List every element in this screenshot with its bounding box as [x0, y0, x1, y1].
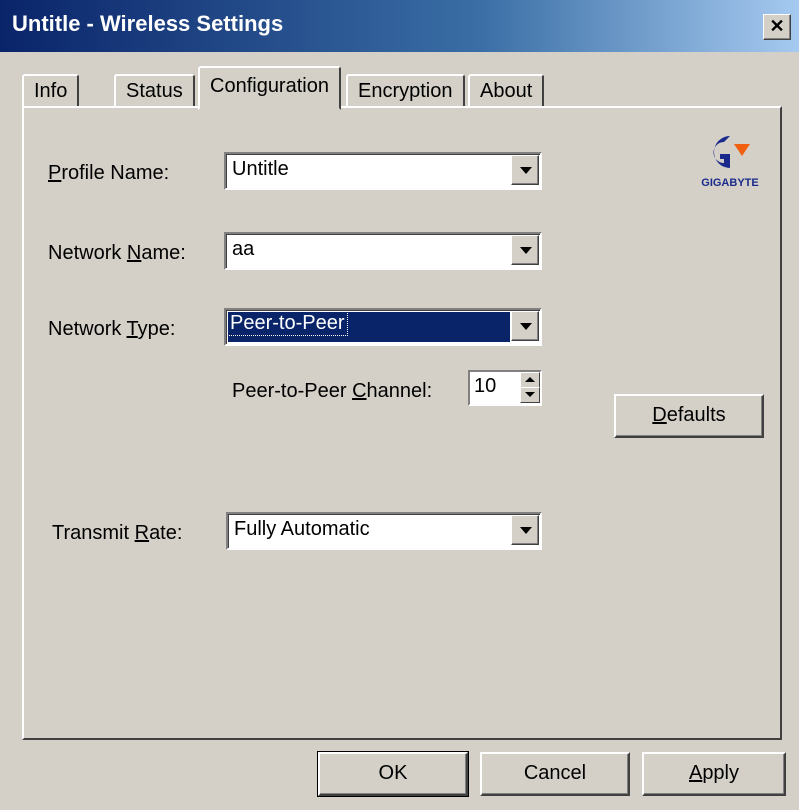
apply-button[interactable]: Apply	[642, 752, 786, 796]
spin-down-icon[interactable]	[520, 387, 540, 403]
channel-spinner[interactable]: 10	[468, 370, 542, 406]
title-bar[interactable]: Untitle - Wireless Settings ✕	[0, 0, 799, 52]
tab-encryption[interactable]: Encryption	[346, 74, 465, 106]
transmit-rate-combo[interactable]: Fully Automatic	[226, 512, 542, 550]
network-type-label: Network Type:	[48, 318, 176, 340]
profile-name-value: Untitle	[232, 158, 289, 180]
tab-status[interactable]: Status	[114, 74, 195, 106]
network-type-value: Peer-to-Peer	[227, 311, 348, 336]
network-type-combo[interactable]: Peer-to-Peer	[224, 308, 542, 346]
profile-name-label: Profile Name:	[48, 162, 170, 184]
chevron-down-icon[interactable]	[511, 311, 539, 341]
tab-configuration[interactable]: Configuration	[198, 66, 341, 110]
chevron-down-icon[interactable]	[511, 155, 539, 185]
window-title: Untitle - Wireless Settings	[12, 11, 284, 36]
ok-label: OK	[378, 762, 408, 784]
cancel-label: Cancel	[523, 762, 587, 784]
tab-about[interactable]: About	[468, 74, 545, 106]
gigabyte-logo-icon: GIGABYTE	[701, 136, 759, 189]
transmit-rate-value: Fully Automatic	[234, 518, 370, 540]
spinner-buttons	[520, 372, 540, 404]
ok-button[interactable]: OK	[317, 751, 469, 797]
network-name-label: Network Name:	[48, 242, 186, 264]
tab-about-label: About	[480, 80, 533, 102]
transmit-rate-label: Transmit Rate:	[52, 522, 183, 544]
wireless-settings-window: Untitle - Wireless Settings ✕ Info Statu…	[0, 0, 799, 810]
tab-status-label: Status	[126, 80, 183, 102]
spin-up-icon[interactable]	[520, 372, 540, 388]
tab-info-label: Info	[34, 80, 68, 102]
chevron-down-icon[interactable]	[511, 515, 539, 545]
cancel-button[interactable]: Cancel	[480, 752, 630, 796]
network-name-combo[interactable]: aa	[224, 232, 542, 270]
channel-value: 10	[474, 375, 497, 397]
tab-info[interactable]: Info	[22, 74, 80, 106]
network-name-value: aa	[232, 238, 255, 260]
chevron-down-icon[interactable]	[511, 235, 539, 265]
close-button[interactable]: ✕	[763, 14, 791, 40]
defaults-button[interactable]: Defaults	[614, 394, 764, 438]
logo-text: GIGABYTE	[701, 177, 758, 189]
profile-name-combo[interactable]: Untitle	[224, 152, 542, 190]
close-icon: ✕	[769, 16, 785, 36]
channel-label: Peer-to-Peer Channel:	[232, 380, 433, 402]
tab-encryption-label: Encryption	[358, 80, 453, 102]
tab-configuration-label: Configuration	[210, 75, 329, 97]
